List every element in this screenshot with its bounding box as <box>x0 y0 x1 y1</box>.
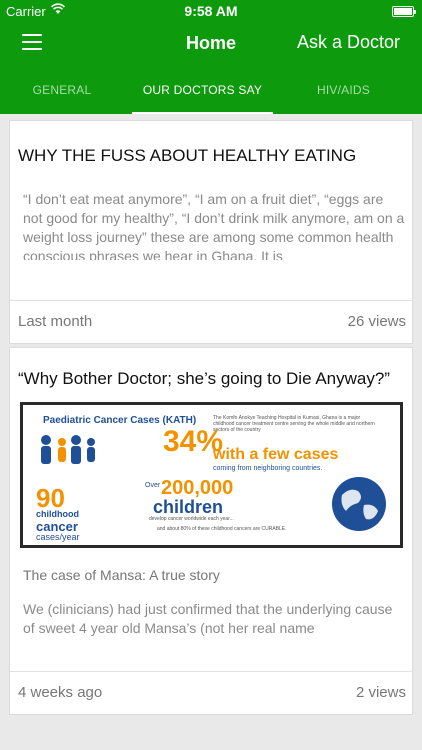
battery-icon <box>392 6 416 17</box>
infographic-children: children <box>153 497 224 517</box>
article-lead: The case of Mansa: A true story <box>23 567 220 583</box>
article-infographic-image: Paediatric Cancer Cases (KATH) 34% The K… <box>20 402 403 548</box>
article-date: Last month <box>18 313 93 330</box>
infographic-over: Over <box>145 482 161 489</box>
globe-icon <box>332 477 386 531</box>
infographic-curable: and about 80% of these childhood cancers… <box>157 526 287 532</box>
infographic-coming: coming from neighboring countries. <box>213 465 323 472</box>
tab-bar: GENERAL OUR DOCTORS SAY HIV/AIDS <box>0 66 422 114</box>
nav-bar: Home Ask a Doctor <box>0 22 422 66</box>
article-views: 26 views <box>347 313 406 330</box>
article-excerpt: “I don’t eat meat anymore”, “I am on a f… <box>23 191 405 260</box>
tab-general[interactable]: GENERAL <box>0 66 124 114</box>
article-excerpt: We (clinicians) had just confirmed that … <box>23 601 393 636</box>
infographic-develop: develop cancer worldwide each year... <box>149 516 234 522</box>
tab-hiv-aids[interactable]: HIV/AIDS <box>273 66 414 114</box>
article-date: 4 weeks ago <box>18 684 103 701</box>
infographic-few-cases: with a few cases <box>213 446 339 463</box>
article-feed[interactable]: WHY THE FUSS ABOUT HEALTHY EATING “I don… <box>0 114 422 750</box>
tab-our-doctors-say[interactable]: OUR DOCTORS SAY <box>132 66 273 114</box>
article-views: 2 views <box>355 684 406 701</box>
article-card[interactable]: WHY THE FUSS ABOUT HEALTHY EATING “I don… <box>9 120 414 344</box>
status-bar: Carrier 9:58 AM <box>0 0 422 22</box>
article-card[interactable]: “Why Bother Doctor; she’s going to Die A… <box>9 347 414 715</box>
article-title: WHY THE FUSS ABOUT HEALTHY EATING <box>18 146 357 165</box>
article-title: “Why Bother Doctor; she’s going to Die A… <box>18 369 390 388</box>
infographic-cases-year: cases/year <box>36 532 80 542</box>
ask-a-doctor-button[interactable]: Ask a Doctor <box>297 32 400 53</box>
status-time: 9:58 AM <box>184 3 238 19</box>
children-figures-icon <box>41 435 95 464</box>
article-footer: 4 weeks ago 2 views <box>10 671 414 714</box>
article-footer: Last month 26 views <box>10 300 414 343</box>
infographic-childhood: childhood <box>36 509 79 519</box>
infographic-note: The Komfo Anokye Teaching Hospital in Ku… <box>213 415 375 433</box>
